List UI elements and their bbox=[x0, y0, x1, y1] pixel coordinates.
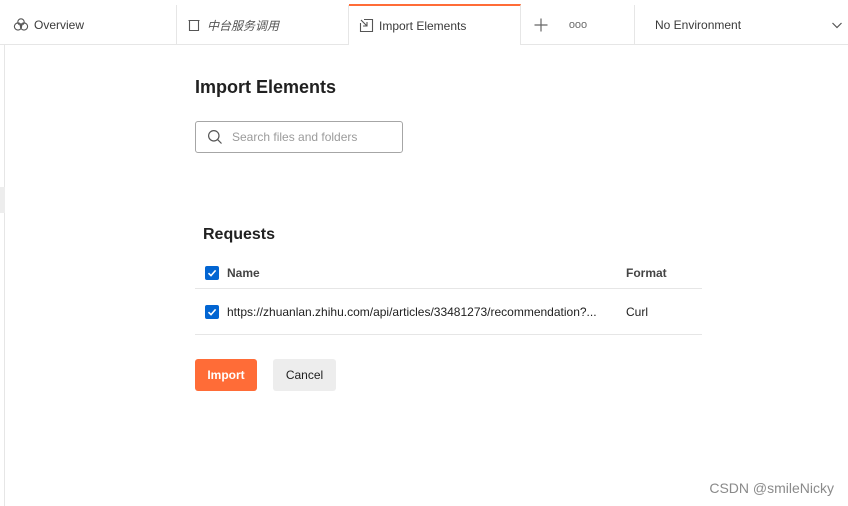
tab-import-label: Import Elements bbox=[379, 18, 467, 33]
checkmark-icon bbox=[207, 308, 217, 316]
import-icon bbox=[358, 18, 374, 34]
import-button[interactable]: Import bbox=[195, 359, 257, 391]
collection-icon bbox=[186, 17, 202, 33]
tab-import-elements[interactable]: Import Elements bbox=[349, 4, 521, 45]
search-input[interactable] bbox=[232, 130, 392, 144]
search-box[interactable] bbox=[195, 121, 403, 153]
request-format: Curl bbox=[626, 304, 649, 319]
table-row[interactable]: https://zhuanlan.zhihu.com/api/articles/… bbox=[195, 289, 702, 335]
chevron-down-icon bbox=[832, 22, 842, 29]
environment-label: No Environment bbox=[655, 18, 742, 32]
sidebar-edge bbox=[0, 45, 5, 506]
checkmark-icon bbox=[207, 269, 217, 277]
table-header: Name Format bbox=[195, 257, 702, 289]
tab-collection[interactable]: 中台服务调用 bbox=[177, 5, 349, 45]
cancel-button[interactable]: Cancel bbox=[273, 359, 336, 391]
sidebar-resize-handle[interactable] bbox=[0, 187, 5, 213]
overview-icon bbox=[13, 17, 29, 33]
more-tabs-button[interactable]: ooo bbox=[566, 5, 590, 45]
column-header-name: Name bbox=[227, 265, 260, 280]
page-title: Import Elements bbox=[195, 77, 337, 97]
column-header-format: Format bbox=[626, 265, 667, 280]
search-icon bbox=[207, 129, 223, 145]
new-tab-button[interactable] bbox=[529, 5, 553, 45]
row-checkbox[interactable] bbox=[205, 304, 219, 319]
request-name: https://zhuanlan.zhihu.com/api/articles/… bbox=[227, 304, 597, 319]
tab-collection-label: 中台服务调用 bbox=[207, 18, 280, 33]
tab-overview[interactable]: Overview bbox=[0, 5, 177, 45]
more-icon: ooo bbox=[568, 19, 588, 31]
tab-bar: Overview 中台服务调用 Import Elements ooo No E… bbox=[0, 0, 848, 45]
select-all-checkbox[interactable] bbox=[205, 265, 219, 280]
tab-overview-label: Overview bbox=[34, 18, 85, 32]
requests-heading: Requests bbox=[203, 226, 276, 243]
plus-icon bbox=[534, 18, 548, 32]
environment-selector[interactable]: No Environment bbox=[634, 5, 848, 45]
watermark: CSDN @smileNicky bbox=[709, 480, 834, 496]
